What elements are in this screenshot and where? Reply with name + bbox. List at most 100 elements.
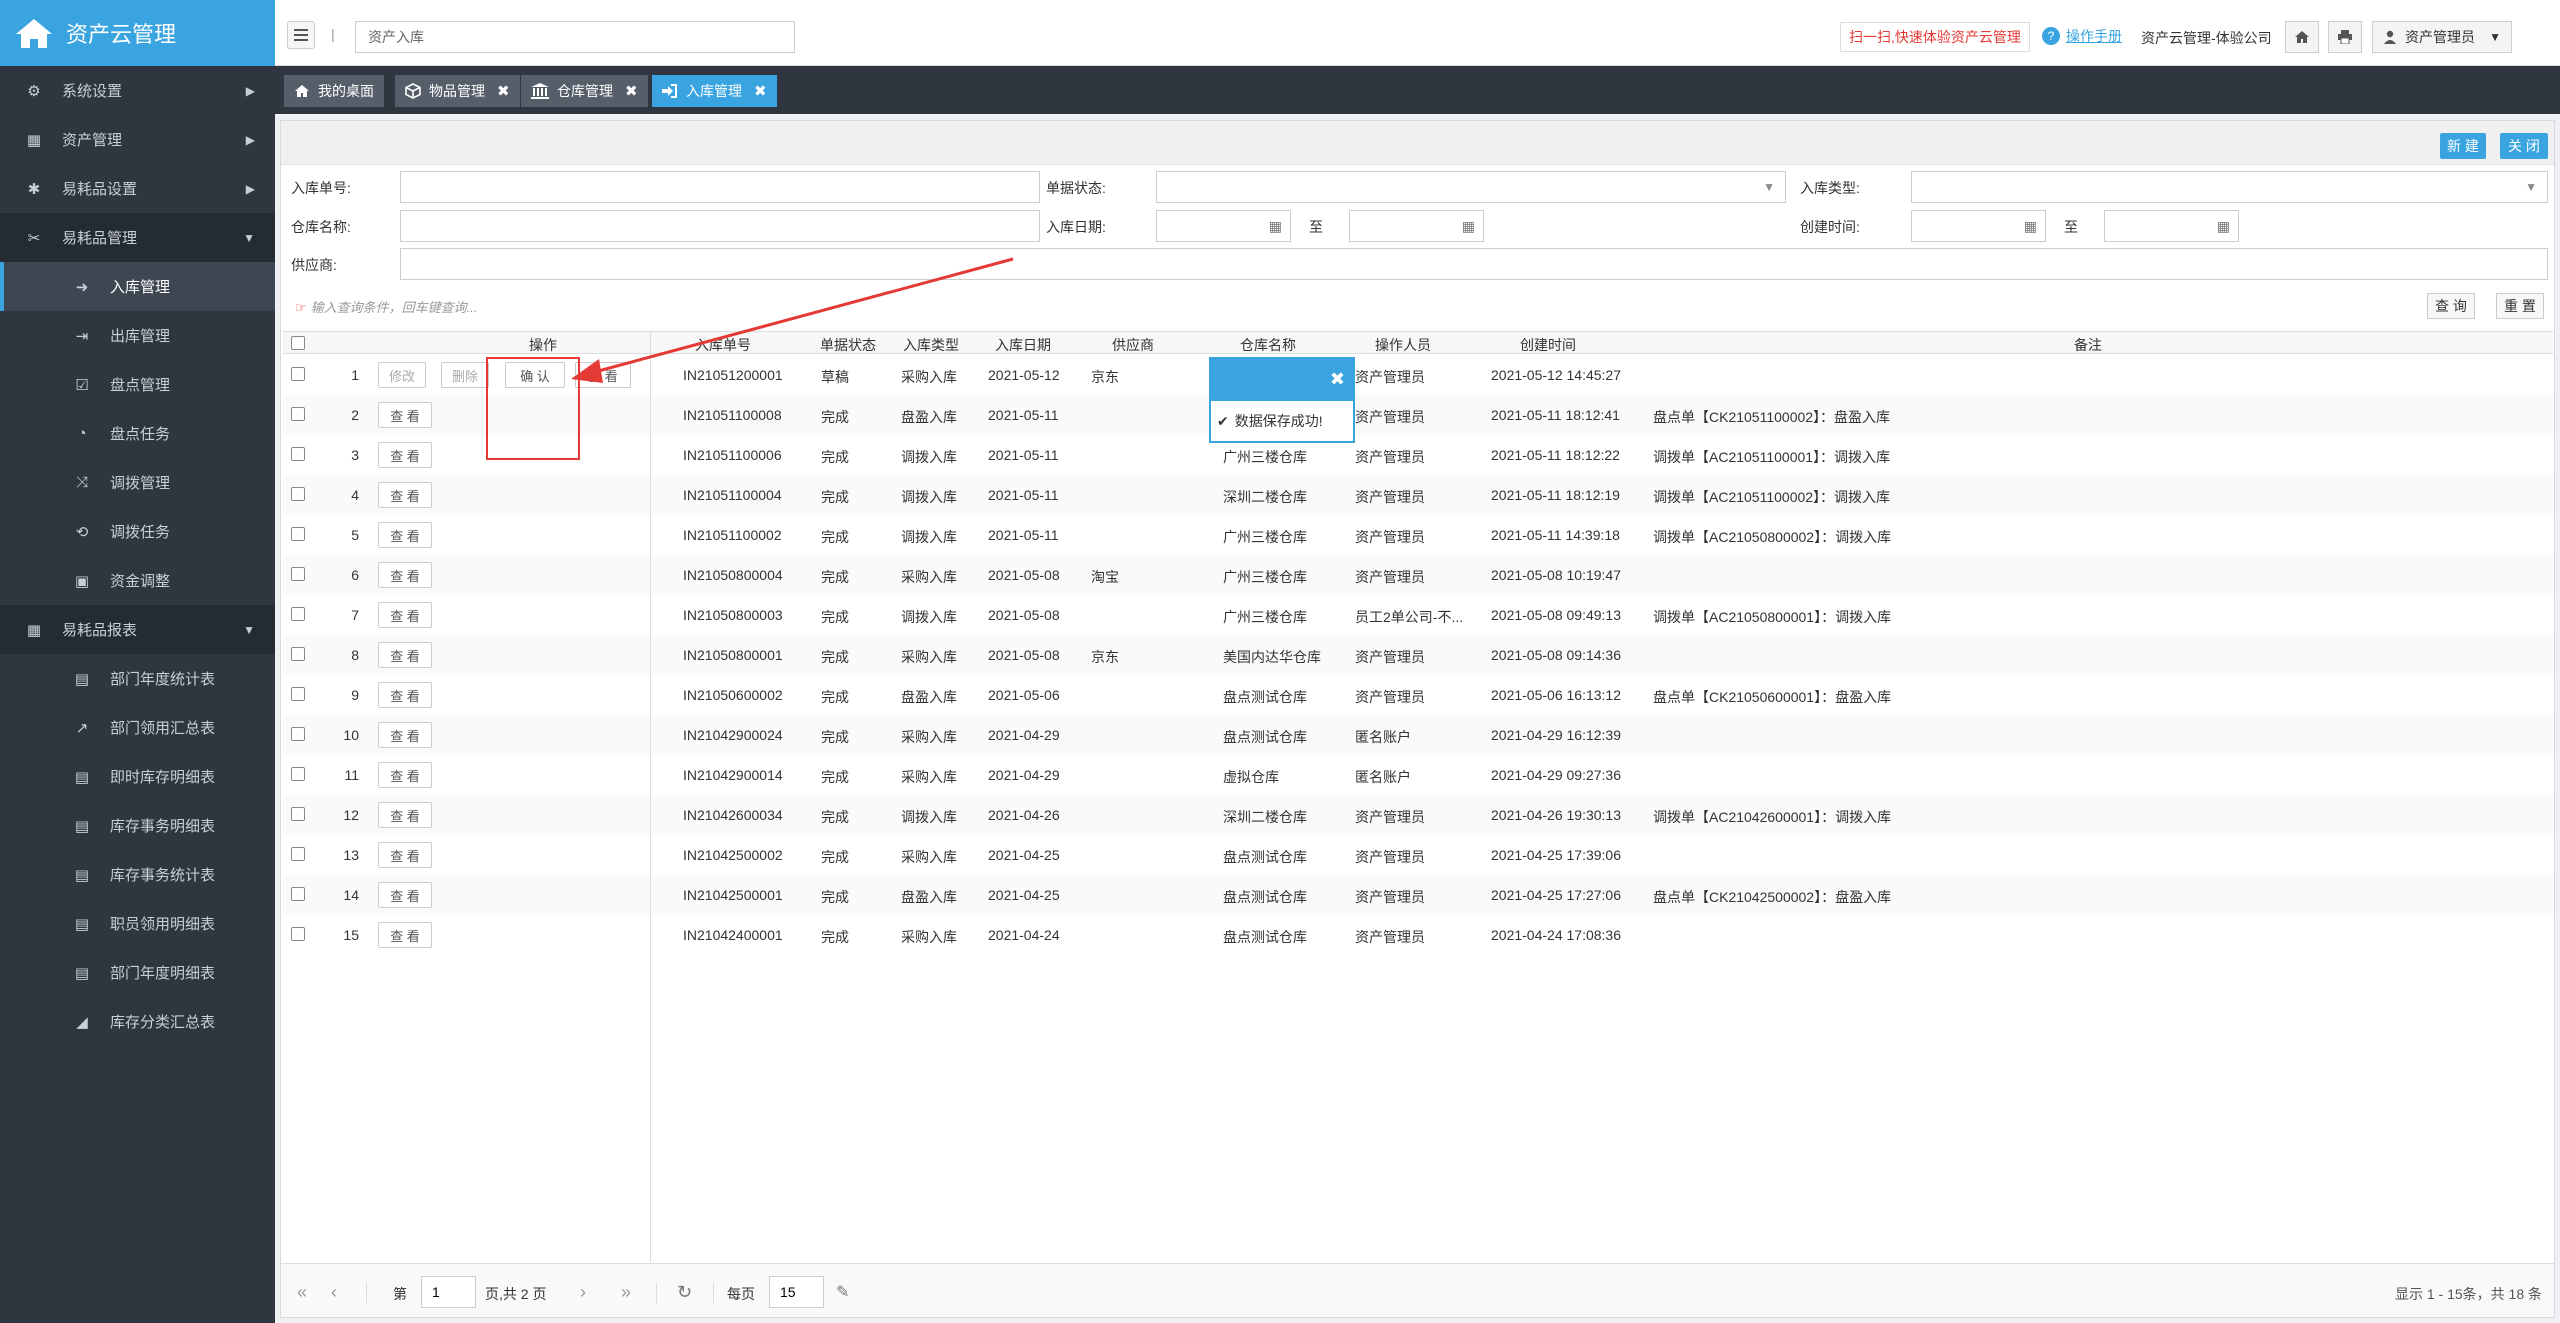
- search-input[interactable]: [355, 21, 795, 53]
- sidebar-item-8[interactable]: ⤨ 调拨管理: [0, 458, 275, 507]
- close-icon[interactable]: ✖: [1330, 369, 1345, 390]
- row-checkbox[interactable]: [291, 407, 305, 421]
- table-row[interactable]: 1 修改 删除确 认查 看 IN21051200001 草稿 采购入库 2021-05-12…: [283, 355, 2553, 395]
- status-select[interactable]: ▼: [1156, 171, 1786, 203]
- tab-my-desktop[interactable]: 我的桌面: [284, 75, 384, 107]
- sidebar-item-7[interactable]: ◔ 盘点任务: [0, 409, 275, 458]
- row-checkbox[interactable]: [291, 727, 305, 741]
- row-checkbox[interactable]: [291, 807, 305, 821]
- first-page-icon[interactable]: «: [297, 1282, 307, 1303]
- sidebar-item-10[interactable]: ▣ 资金调整: [0, 556, 275, 605]
- tab-inbound[interactable]: 入库管理 ✖: [652, 75, 777, 107]
- close-button[interactable]: 关 闭: [2500, 133, 2548, 159]
- calendar-icon[interactable]: ▦: [2024, 218, 2037, 235]
- wrench-icon[interactable]: ✎: [836, 1282, 849, 1302]
- next-page-icon[interactable]: ›: [580, 1282, 586, 1303]
- sidebar-item-19[interactable]: ◢ 库存分类汇总表: [0, 997, 275, 1046]
- table-row[interactable]: 8 查 看 IN21050800001 完成 采购入库 2021-05-08 京东 美国内达华…: [283, 635, 2553, 675]
- view-button[interactable]: 查 看: [378, 402, 432, 428]
- tab-items[interactable]: 物品管理 ✖: [395, 75, 520, 107]
- row-checkbox[interactable]: [291, 527, 305, 541]
- row-checkbox[interactable]: [291, 887, 305, 901]
- close-icon[interactable]: ✖: [754, 82, 767, 100]
- view-button[interactable]: 查 看: [378, 922, 432, 948]
- table-row[interactable]: 2 查 看 IN21051100008 完成 盘盈入库 2021-05-11 资产管理员 20…: [283, 395, 2553, 435]
- query-button[interactable]: 查 询: [2427, 293, 2475, 319]
- table-row[interactable]: 3 查 看 IN21051100006 完成 调拨入库 2021-05-11 广州三楼仓库 资…: [283, 435, 2553, 475]
- view-button[interactable]: 查 看: [378, 842, 432, 868]
- view-button[interactable]: 查 看: [378, 762, 432, 788]
- table-row[interactable]: 11 查 看 IN21042900014 完成 采购入库 2021-04-29 虚拟仓库 匿名…: [283, 755, 2553, 795]
- table-row[interactable]: 6 查 看 IN21050800004 完成 采购入库 2021-05-08 淘宝 广州三楼仓…: [283, 555, 2553, 595]
- col-supplier[interactable]: 供应商: [1073, 335, 1193, 355]
- close-icon[interactable]: ✖: [497, 82, 510, 100]
- sidebar-item-13[interactable]: ↗ 部门领用汇总表: [0, 703, 275, 752]
- col-in-date[interactable]: 入库日期: [978, 335, 1068, 355]
- page-input[interactable]: [421, 1276, 476, 1308]
- view-button[interactable]: 查 看: [378, 442, 432, 468]
- view-button[interactable]: 查 看: [575, 362, 631, 388]
- sidebar-item-4[interactable]: ➜ 入库管理: [0, 262, 275, 311]
- refresh-icon[interactable]: ↻: [677, 1282, 692, 1303]
- in-type-select[interactable]: ▼: [1911, 171, 2548, 203]
- app-logo[interactable]: 资产云管理: [0, 0, 275, 66]
- created-to-input[interactable]: ▦: [2104, 210, 2239, 242]
- row-checkbox[interactable]: [291, 367, 305, 381]
- warehouse-input[interactable]: [400, 210, 1040, 242]
- print-button[interactable]: [2328, 21, 2362, 53]
- sidebar-item-18[interactable]: ▤ 部门年度明细表: [0, 948, 275, 997]
- row-checkbox[interactable]: [291, 447, 305, 461]
- prev-page-icon[interactable]: ‹: [331, 1282, 337, 1303]
- supplier-input[interactable]: [400, 248, 2548, 280]
- edit-button[interactable]: 修改: [378, 362, 426, 388]
- col-in-type[interactable]: 入库类型: [891, 335, 971, 355]
- row-checkbox[interactable]: [291, 927, 305, 941]
- in-date-to-input[interactable]: ▦: [1349, 210, 1484, 242]
- table-row[interactable]: 9 查 看 IN21050600002 完成 盘盈入库 2021-05-06 盘点测试仓库 资…: [283, 675, 2553, 715]
- view-button[interactable]: 查 看: [378, 722, 432, 748]
- row-checkbox[interactable]: [291, 487, 305, 501]
- view-button[interactable]: 查 看: [378, 482, 432, 508]
- sidebar-item-9[interactable]: ⟲ 调拨任务: [0, 507, 275, 556]
- view-button[interactable]: 查 看: [378, 562, 432, 588]
- table-row[interactable]: 15 查 看 IN21042400001 完成 采购入库 2021-04-24 盘点测试仓库…: [283, 915, 2553, 955]
- view-button[interactable]: 查 看: [378, 682, 432, 708]
- delete-button[interactable]: 删除: [441, 362, 489, 388]
- sidebar-item-3[interactable]: ✂ 易耗品管理 ▼: [0, 213, 275, 262]
- table-row[interactable]: 5 查 看 IN21051100002 完成 调拨入库 2021-05-11 广州三楼仓库 资…: [283, 515, 2553, 555]
- reset-button[interactable]: 重 置: [2496, 293, 2544, 319]
- view-button[interactable]: 查 看: [378, 602, 432, 628]
- sidebar-item-1[interactable]: ▦ 资产管理 ▶: [0, 115, 275, 164]
- sidebar-item-6[interactable]: ☑ 盘点管理: [0, 360, 275, 409]
- calendar-icon[interactable]: ▦: [1462, 218, 1475, 235]
- user-menu-button[interactable]: 资产管理员 ▼: [2372, 21, 2512, 53]
- home-button[interactable]: [2285, 21, 2319, 53]
- view-button[interactable]: 查 看: [378, 642, 432, 668]
- close-icon[interactable]: ✖: [625, 82, 638, 100]
- col-status[interactable]: 单据状态: [813, 335, 883, 355]
- table-row[interactable]: 12 查 看 IN21042600034 完成 调拨入库 2021-04-26 深圳二楼仓库…: [283, 795, 2553, 835]
- col-order-no[interactable]: 入库单号: [673, 335, 773, 355]
- order-no-input[interactable]: [400, 171, 1040, 203]
- in-date-from-input[interactable]: ▦: [1156, 210, 1291, 242]
- table-row[interactable]: 7 查 看 IN21050800003 完成 调拨入库 2021-05-08 广州三楼仓库 员…: [283, 595, 2553, 635]
- sidebar-item-5[interactable]: ⇥ 出库管理: [0, 311, 275, 360]
- new-button[interactable]: 新 建: [2440, 133, 2486, 159]
- table-row[interactable]: 10 查 看 IN21042900024 完成 采购入库 2021-04-29 盘点测试仓库…: [283, 715, 2553, 755]
- row-checkbox[interactable]: [291, 687, 305, 701]
- scan-experience-button[interactable]: 扫一扫,快速体验资产云管理: [1840, 22, 2030, 52]
- col-operator[interactable]: 操作人员: [1338, 335, 1468, 355]
- table-row[interactable]: 4 查 看 IN21051100004 完成 调拨入库 2021-05-11 深圳二楼仓库 资…: [283, 475, 2553, 515]
- view-button[interactable]: 查 看: [378, 802, 432, 828]
- sidebar-item-17[interactable]: ▤ 职员领用明细表: [0, 899, 275, 948]
- row-checkbox[interactable]: [291, 567, 305, 581]
- sidebar-item-11[interactable]: ▦ 易耗品报表 ▼: [0, 605, 275, 654]
- created-from-input[interactable]: ▦: [1911, 210, 2046, 242]
- sidebar-item-0[interactable]: ⚙ 系统设置 ▶: [0, 66, 275, 115]
- table-row[interactable]: 13 查 看 IN21042500002 完成 采购入库 2021-04-25 盘点测试仓库…: [283, 835, 2553, 875]
- menu-toggle-button[interactable]: [287, 21, 315, 49]
- col-note[interactable]: 备注: [1628, 335, 2548, 355]
- tab-warehouse[interactable]: 仓库管理 ✖: [521, 75, 648, 107]
- select-all-checkbox[interactable]: [291, 336, 305, 350]
- calendar-icon[interactable]: ▦: [2217, 218, 2230, 235]
